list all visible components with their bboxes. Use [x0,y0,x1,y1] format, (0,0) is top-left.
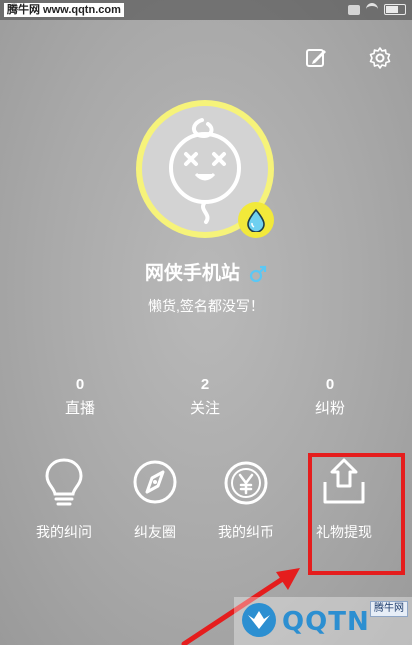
watermark-label: 腾牛网 www.qqtn.com [4,3,124,17]
stat-count: 0 [325,376,335,393]
battery-icon [384,4,406,15]
menu-label: 纠友圈 [134,524,176,540]
watermark-brand: QQTN [282,607,370,637]
stat-label: 纠粉 [314,400,345,417]
highlight-box [308,453,405,575]
water-drop-icon [247,208,265,232]
menu-my-questions[interactable]: 我的纠问 [14,456,114,542]
watermark: QQTN 腾牛网 [234,597,412,645]
menu-my-coins[interactable]: 我的纠币 [196,456,296,542]
stat-label: 关注 [189,400,220,417]
stat-follow[interactable]: 2 关注 [155,376,255,418]
menu-friends-circle[interactable]: 纠友圈 [105,456,205,542]
water-drop-badge [238,202,274,238]
edit-icon [306,49,326,67]
edit-profile-button[interactable] [304,46,328,70]
notification-icon [348,4,360,15]
stat-fans[interactable]: 0 纠粉 [280,376,380,418]
watermark-badge: 腾牛网 [370,601,408,617]
status-bar: 腾牛网 www.qqtn.com [0,0,412,20]
gear-icon [369,47,391,69]
status-icons [348,3,406,16]
profile-name: 网侠手机站 [144,263,240,284]
yen-coin-icon [224,461,268,505]
profile-signature: 懒货,签名都没写！ [148,298,264,314]
stat-label: 直播 [64,400,95,417]
settings-button[interactable] [368,46,392,70]
lightbulb-icon [45,458,83,506]
compass-icon [133,460,177,504]
male-icon [250,265,267,283]
qqtn-logo-icon [242,603,276,637]
menu-label: 我的纠问 [36,524,92,540]
wifi-icon [366,3,378,16]
profile-name-row: 网侠手机站 [0,258,412,285]
stat-live[interactable]: 0 直播 [30,376,130,418]
stat-count: 2 [200,376,210,393]
stat-count: 0 [75,376,85,393]
menu-label: 我的纠币 [218,524,274,540]
